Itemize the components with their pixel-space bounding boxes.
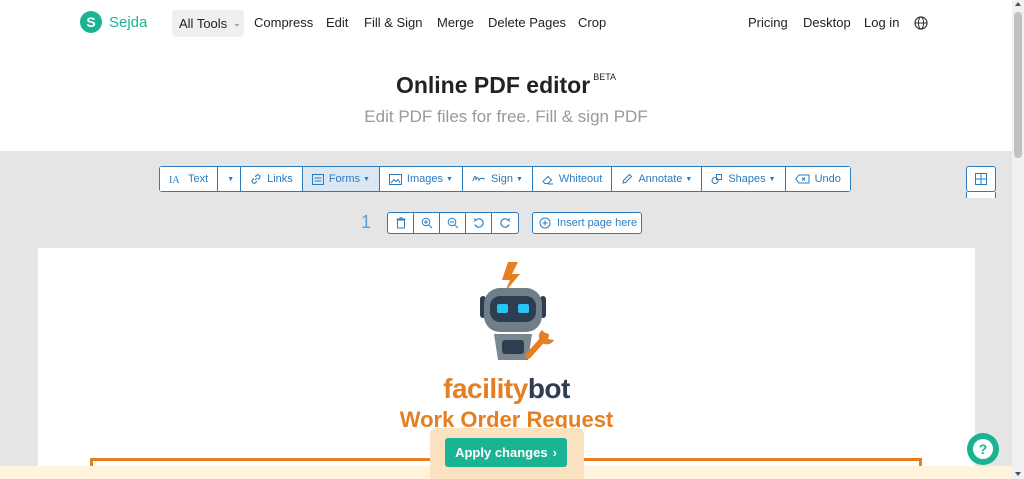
vertical-scrollbar[interactable] <box>1012 0 1024 479</box>
robot-mascot-logo <box>480 262 554 360</box>
apply-changes-label: Apply changes <box>455 445 548 460</box>
all-tools-label: All Tools <box>179 16 228 31</box>
sejda-logo-icon: S <box>80 11 102 33</box>
pen-icon <box>622 173 633 184</box>
chevron-right-icon: › <box>552 445 557 460</box>
links-tool-button[interactable]: Links <box>241 167 303 191</box>
nav-link-edit[interactable]: Edit <box>326 15 348 30</box>
nav-link-compress[interactable]: Compress <box>254 15 313 30</box>
nav-link-login[interactable]: Log in <box>864 15 899 30</box>
whiteout-tool-label: Whiteout <box>558 173 603 185</box>
scrollbar-thumb[interactable] <box>1014 12 1022 158</box>
nav-link-crop[interactable]: Crop <box>578 15 606 30</box>
plus-circle-icon <box>539 217 551 229</box>
beta-badge: BETA <box>593 72 617 82</box>
page-number: 1 <box>361 212 372 232</box>
images-tool-button[interactable]: Images ▼ <box>379 167 463 191</box>
thumbnails-view-button[interactable] <box>966 166 996 192</box>
delete-page-button[interactable] <box>388 213 414 233</box>
images-tool-label: Images <box>406 173 443 185</box>
nav-link-delete-pages[interactable]: Delete Pages <box>488 15 566 30</box>
chevron-down-icon: ⌄ <box>233 18 241 28</box>
undo-label: Undo <box>814 173 841 185</box>
page-subtitle: Edit PDF files for free. Fill & sign PDF <box>364 107 648 126</box>
sign-tool-button[interactable]: Sign ▼ <box>462 167 533 191</box>
caret-down-icon: ▼ <box>685 175 693 183</box>
scroll-down-arrow-icon[interactable] <box>1015 472 1021 476</box>
text-tool-button[interactable]: IA Text <box>160 167 219 191</box>
apply-changes-button[interactable]: Apply changes › <box>445 438 567 467</box>
svg-text:IA: IA <box>169 175 180 185</box>
undo-button[interactable]: Undo <box>785 167 850 191</box>
text-options-dropdown[interactable]: ▼ <box>218 167 242 191</box>
help-chat-button[interactable]: ? <box>967 433 999 465</box>
page-title-text: Online PDF editor <box>395 72 591 98</box>
nav-link-fill-sign[interactable]: Fill & Sign <box>364 15 423 30</box>
links-tool-label: Links <box>267 173 293 185</box>
scroll-up-arrow-icon[interactable] <box>1015 2 1021 6</box>
signature-icon <box>472 175 486 182</box>
globe-icon[interactable] <box>914 16 928 30</box>
text-icon: IA <box>169 175 180 185</box>
rotate-left-button[interactable] <box>466 213 492 233</box>
shapes-tool-button[interactable]: Shapes ▼ <box>702 167 786 191</box>
grid-icon <box>975 173 987 185</box>
forms-tool-label: Forms <box>328 173 360 185</box>
zoom-out-icon <box>447 217 458 229</box>
eraser-icon <box>542 175 553 184</box>
caret-down-icon: ▼ <box>227 175 235 183</box>
question-icon: ? <box>973 439 993 459</box>
document-brand: facilitybot <box>38 373 975 405</box>
insert-page-label: Insert page here <box>557 217 638 229</box>
zoom-in-icon <box>421 217 432 229</box>
whiteout-tool-button[interactable]: Whiteout <box>532 167 613 191</box>
text-tool-label: Text <box>188 173 209 185</box>
caret-down-icon: ▼ <box>446 175 453 183</box>
forms-tool-button[interactable]: Forms ▼ <box>302 167 380 191</box>
caret-down-icon: ▼ <box>362 175 370 183</box>
caret-down-icon: ▼ <box>768 175 776 183</box>
image-icon <box>388 173 402 185</box>
page-tools <box>387 212 519 234</box>
sejda-logo[interactable]: S Sejda <box>80 11 147 33</box>
link-icon <box>251 174 261 184</box>
all-tools-dropdown[interactable]: All Tools ⌄ <box>172 10 244 37</box>
document-brand-part1: facility <box>443 373 528 404</box>
top-nav: S Sejda All Tools ⌄ Compress Edit Fill &… <box>0 0 1012 46</box>
caret-down-icon: ▼ <box>515 175 523 183</box>
rotate-right-icon <box>500 218 511 228</box>
annotate-tool-button[interactable]: Annotate ▼ <box>612 167 703 191</box>
page-title: Online PDF editor BETA <box>0 72 1012 99</box>
view-options-panel-edge <box>966 192 996 198</box>
shapes-icon <box>711 174 723 184</box>
zoom-out-button[interactable] <box>440 213 466 233</box>
annotate-tool-label: Annotate <box>638 173 683 185</box>
forms-icon <box>311 173 324 185</box>
nav-link-desktop[interactable]: Desktop <box>803 15 851 30</box>
trash-icon <box>396 217 405 229</box>
document-brand-part2: bot <box>527 373 571 404</box>
rotate-right-button[interactable] <box>492 213 518 233</box>
shapes-tool-label: Shapes <box>728 173 766 185</box>
editor-toolbar: IA Text ▼ Links Forms ▼ Images ▼ Sign ▼ Whi… <box>159 166 851 192</box>
rotate-left-icon <box>473 218 484 228</box>
brand-name: Sejda <box>109 13 148 31</box>
nav-link-pricing[interactable]: Pricing <box>748 15 788 30</box>
insert-page-button[interactable]: Insert page here <box>532 212 642 234</box>
zoom-in-button[interactable] <box>414 213 440 233</box>
nav-link-merge[interactable]: Merge <box>437 15 474 30</box>
undo-icon <box>794 174 810 184</box>
sign-tool-label: Sign <box>490 173 513 185</box>
